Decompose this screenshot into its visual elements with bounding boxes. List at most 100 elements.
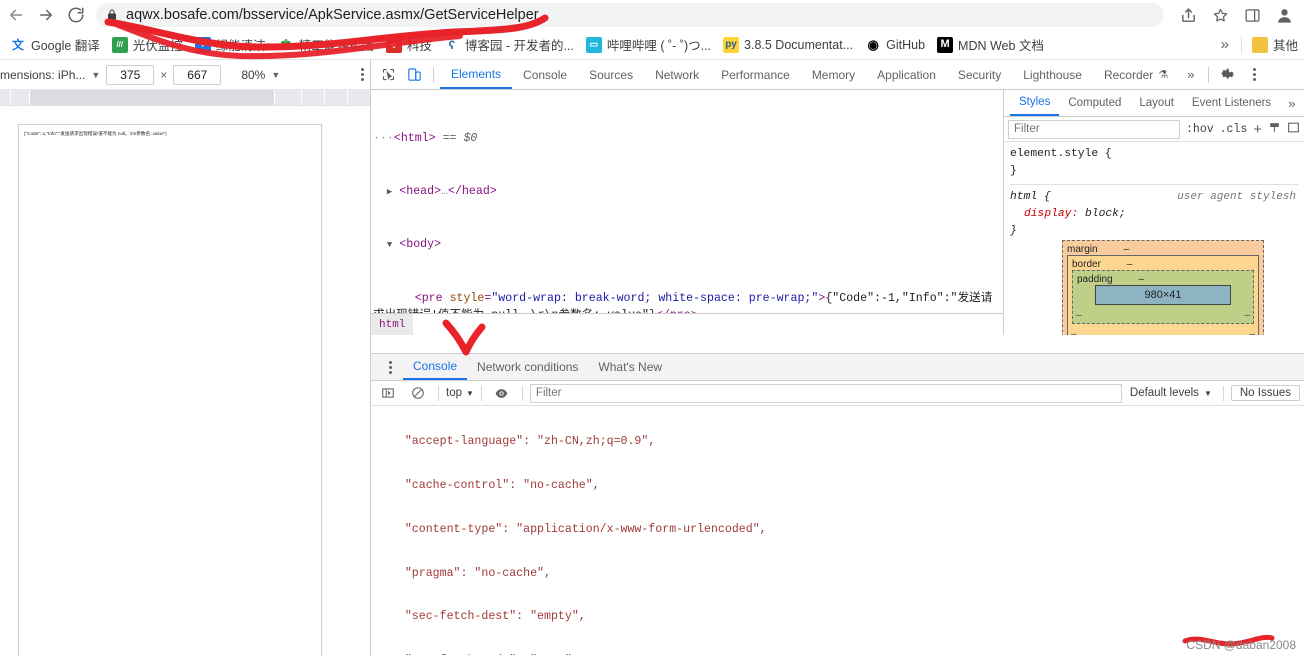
dom-tree[interactable]: ···<html> == $0 ▶ <head>…</head> ▼ <body… (371, 90, 1003, 335)
ruler-segment (325, 90, 347, 105)
drawer-tab-console[interactable]: Console (403, 354, 468, 380)
drawer-tab-whats-new[interactable]: What's New (588, 354, 672, 380)
css-rule-close: } (1010, 225, 1017, 237)
devtools-tab-recorder[interactable]: Recorder ⚗ (1093, 60, 1179, 89)
devtools-tab-lighthouse[interactable]: Lighthouse (1012, 60, 1093, 89)
star-icon[interactable] (1206, 1, 1234, 29)
bookmark-item[interactable]: M MDN Web 文档 (931, 33, 1050, 57)
box-model-border[interactable]: border – – – padding – – – 980×41 (1067, 255, 1259, 335)
inspect-element-icon[interactable] (375, 63, 401, 87)
box-model-padding[interactable]: padding – – – 980×41 (1072, 270, 1254, 324)
styles-hov-button[interactable]: :hov (1186, 123, 1214, 136)
ruler-segment (11, 90, 29, 105)
bookmark-label: 精工能源集团 (298, 39, 374, 53)
devtools-tab-network[interactable]: Network (644, 60, 710, 89)
browser-window: aqwx.bosafe.com/bsservice/ApkService.asm… (0, 0, 1304, 656)
share-icon[interactable] (1174, 1, 1202, 29)
bookmark-label: 其他 (1272, 39, 1298, 53)
console-toolbar: top ▼ Default levels ▼ No Issues (371, 381, 1304, 406)
css-origin-note: user agent stylesh (1177, 191, 1296, 203)
reload-icon[interactable] (62, 1, 90, 29)
console-context-label: top (446, 387, 462, 399)
device-preset-select[interactable]: mensions: iPh... ▼ (0, 68, 100, 82)
bookmark-item[interactable]: ◆ 科技 (380, 33, 438, 57)
bookmark-item[interactable]: ʕ 博客园 - 开发者的... (438, 33, 580, 57)
devtools-tab-elements[interactable]: Elements (440, 60, 513, 89)
back-arrow-icon[interactable] (2, 1, 30, 29)
device-ruler (0, 90, 370, 106)
bookmark-item[interactable]: py 3.8.5 Documentat... (717, 33, 859, 57)
solar-monitor-icon: /// (111, 36, 128, 53)
box-model-content-size[interactable]: 980×41 (1095, 285, 1231, 305)
device-width-input[interactable] (106, 64, 155, 85)
devtools-more-options-button[interactable] (1241, 63, 1267, 87)
forward-arrow-icon[interactable] (32, 1, 60, 29)
devtools-tab-performance[interactable]: Performance (710, 60, 801, 89)
dom-line-body-open[interactable]: ▼ <body> (373, 236, 997, 255)
styles-tab-layout[interactable]: Layout (1130, 90, 1183, 116)
divider (438, 385, 439, 401)
profile-avatar-icon[interactable] (1270, 1, 1298, 29)
device-more-options-button[interactable] (361, 68, 364, 81)
css-rule-element-style[interactable]: element.style { } (1010, 146, 1298, 180)
drawer-more-options-button[interactable] (377, 355, 403, 379)
console-levels-label: Default levels (1129, 387, 1199, 399)
console-log-output[interactable]: "accept-language": "zh-CN,zh;q=0.9", "ca… (371, 406, 1304, 655)
styles-tab-computed[interactable]: Computed (1059, 90, 1130, 116)
bookmark-item[interactable]: ◉ GitHub (859, 33, 931, 57)
bookmark-item[interactable]: ▼ 绿能清洁 (189, 33, 272, 57)
device-toolbar-icon[interactable] (401, 63, 427, 87)
styles-tab-event-listeners[interactable]: Event Listeners (1183, 90, 1280, 116)
clear-console-icon[interactable] (405, 381, 431, 405)
no-issues-button[interactable]: No Issues (1230, 385, 1300, 401)
console-log-line: "pragma": "no-cache", (377, 566, 551, 580)
cnblogs-icon: ʕ (443, 36, 460, 53)
console-levels-select[interactable]: Default levels ▼ (1126, 387, 1216, 399)
bookmarks-overflow-button[interactable]: » (1213, 36, 1237, 53)
bookmark-item[interactable]: ✾ 精工能源集团 (272, 33, 380, 57)
gear-icon[interactable] (1215, 63, 1241, 87)
style-pin-icon[interactable] (1268, 121, 1281, 138)
device-height-input[interactable] (173, 64, 222, 85)
dom-line-html[interactable]: ···<html> == $0 (373, 130, 997, 148)
box-model-border-value: – (1126, 259, 1133, 270)
css-declaration[interactable]: display: block; (1010, 206, 1298, 223)
css-selector: element.style { (1010, 148, 1112, 160)
bookmark-item[interactable]: /// 光伏监控 (106, 33, 189, 57)
lock-icon (106, 8, 118, 22)
ruler-track (30, 90, 274, 105)
styles-tab-styles[interactable]: Styles (1010, 90, 1060, 116)
styles-cls-button[interactable]: .cls (1220, 123, 1248, 136)
devtools-tab-memory[interactable]: Memory (801, 60, 866, 89)
devtools-tab-security[interactable]: Security (947, 60, 1012, 89)
divider (1240, 36, 1242, 53)
bookmark-item[interactable]: 文 Google 翻译 (4, 33, 106, 57)
css-rule-html[interactable]: user agent stylesh html { display: block… (1010, 184, 1298, 240)
devtools-tabs-overflow-button[interactable]: » (1179, 67, 1202, 82)
drawer-tab-network-conditions[interactable]: Network conditions (467, 354, 588, 380)
devtools-tab-sources[interactable]: Sources (578, 60, 644, 89)
box-model-margin[interactable]: margin – – – border – – – padding – – – 980… (1062, 240, 1264, 335)
divider (480, 385, 482, 401)
address-bar[interactable]: aqwx.bosafe.com/bsservice/ApkService.asm… (96, 3, 1164, 27)
breadcrumb-item-html[interactable]: html (371, 313, 414, 335)
dom-line-head[interactable]: ▶ <head>…</head> (373, 183, 997, 202)
live-expression-icon[interactable] (489, 381, 515, 405)
box-model-padding-left: – (1076, 310, 1082, 321)
bookmark-other-folder[interactable]: 其他 (1246, 33, 1304, 57)
styles-tabs-overflow-button[interactable]: » (1280, 96, 1303, 111)
console-filter-input[interactable] (529, 383, 1122, 403)
chevron-down-icon: ▼ (271, 69, 281, 80)
new-style-rule-icon[interactable]: + (1253, 121, 1262, 138)
devtools-tab-application[interactable]: Application (866, 60, 947, 89)
side-panel-icon[interactable] (1238, 1, 1266, 29)
console-sidebar-icon[interactable] (375, 381, 401, 405)
device-screen[interactable]: {"Code":-1,"Info":"发送请求出现错误!值不能为 null。\r… (18, 124, 322, 656)
styles-filter-input[interactable] (1008, 119, 1181, 139)
styles-panel-toggle-icon[interactable] (1287, 121, 1300, 138)
device-zoom-select[interactable]: 80% ▼ (241, 68, 280, 82)
bookmark-item[interactable]: ▭ 哔哩哔哩 ( ˚- ˚)つ... (580, 33, 717, 57)
console-context-select[interactable]: top ▼ (446, 387, 474, 399)
devtools-tab-console[interactable]: Console (512, 60, 578, 89)
bookmark-label: 3.8.5 Documentat... (744, 37, 854, 52)
